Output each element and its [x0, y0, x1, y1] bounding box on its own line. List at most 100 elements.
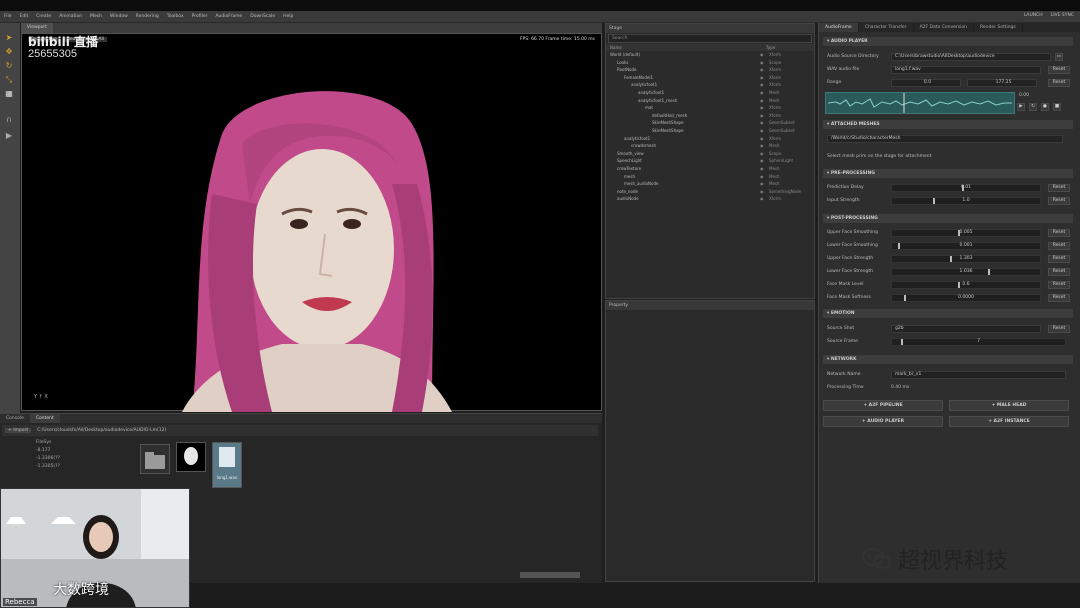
stage-tree-row[interactable]: analyticfoot1 ◉ Mesh	[606, 89, 814, 97]
stage-tree-row[interactable]: Looks ◉ Scope	[606, 59, 814, 67]
head-thumbnail[interactable]	[176, 442, 206, 472]
menu-item[interactable]: Profiler	[192, 14, 208, 19]
menu-item[interactable]: Help	[283, 14, 293, 19]
post-processing-section[interactable]: ▾ POST-PROCESSING	[823, 214, 1073, 223]
stage-tree-row[interactable]: analyticfoot1 ◉ Xform	[606, 81, 814, 89]
slider[interactable]: 0.005	[891, 229, 1041, 237]
play-tool-icon[interactable]: ▶	[4, 131, 14, 141]
visibility-eye-icon[interactable]: ◉	[760, 97, 764, 105]
tree-item[interactable]: -8.177	[36, 447, 60, 455]
visibility-eye-icon[interactable]: ◉	[760, 165, 764, 173]
stage-tree-row[interactable]: RootNode ◉ Xform	[606, 66, 814, 74]
slider-knob[interactable]	[897, 243, 900, 249]
rotate-tool-icon[interactable]: ↻	[4, 61, 14, 71]
reset-button[interactable]: Reset	[1048, 255, 1070, 263]
tree-item[interactable]: FileSys	[36, 439, 60, 447]
menu-item[interactable]: File	[4, 14, 12, 19]
reset-button[interactable]: Reset	[1048, 242, 1070, 250]
folder-icon[interactable]	[140, 444, 170, 474]
slider[interactable]: 1.0	[891, 197, 1041, 205]
tab-console[interactable]: Console	[0, 414, 30, 423]
attached-meshes-section[interactable]: ▾ ATTACHED MESHES	[823, 120, 1073, 129]
visibility-eye-icon[interactable]: ◉	[760, 81, 764, 89]
visibility-eye-icon[interactable]: ◉	[760, 150, 764, 158]
stage-tree-row[interactable]: note_node ◉ SomethingNode	[606, 188, 814, 196]
audio-waveform[interactable]	[825, 92, 1015, 114]
stage-tree-row[interactable]: mesh ◉ Mesh	[606, 173, 814, 181]
grid-tool-icon[interactable]: ▦	[4, 89, 14, 99]
add-pipeline-button[interactable]: + A2F PIPELINE	[823, 400, 943, 411]
visibility-eye-icon[interactable]: ◉	[760, 89, 764, 97]
tab-content[interactable]: Content	[29, 414, 60, 423]
slider[interactable]: 0.01	[891, 184, 1041, 192]
stage-tree-row[interactable]: crowTexture ◉ Mesh	[606, 165, 814, 173]
visibility-eye-icon[interactable]: ◉	[760, 127, 764, 135]
slider[interactable]: 0.0000	[891, 294, 1041, 302]
visibility-eye-icon[interactable]: ◉	[760, 59, 764, 67]
zoom-slider[interactable]	[520, 572, 580, 578]
reset-button[interactable]: Reset	[1048, 197, 1070, 205]
reset-button[interactable]: Reset	[1048, 229, 1070, 237]
stage-tree-row[interactable]: analyticfoot1_mesh ◉ Mesh	[606, 97, 814, 105]
attached-mesh-field[interactable]: /World/crStudio/characterMesh	[827, 135, 1063, 143]
stage-tree-row[interactable]: SpeechLight ◉ SphereLight	[606, 157, 814, 165]
wav-reset-button[interactable]: Reset	[1048, 66, 1070, 74]
folder-icon[interactable]: ▭	[1055, 53, 1063, 61]
reset-button[interactable]: Reset	[1048, 184, 1070, 192]
visibility-eye-icon[interactable]: ◉	[760, 112, 764, 120]
stage-tree-row[interactable]: mesh_audioNode ◉ Mesh	[606, 180, 814, 188]
tree-item[interactable]: -1.3306(??	[36, 455, 60, 463]
menu-item[interactable]: Edit	[20, 14, 29, 19]
stage-tree-row[interactable]: SkinMeshShape ◉ GeomSubset	[606, 119, 814, 127]
tab-data-conversion[interactable]: A2F Data Conversion	[914, 23, 974, 32]
stage-tree-row[interactable]: Smooth_view ◉ Scope	[606, 150, 814, 158]
viewport-tab[interactable]: Viewport	[21, 23, 53, 33]
visibility-eye-icon[interactable]: ◉	[760, 180, 764, 188]
tree-item[interactable]: -1.3305(??	[36, 463, 60, 471]
tab-audioframe[interactable]: AudioFrame	[819, 23, 859, 32]
visibility-eye-icon[interactable]: ◉	[760, 142, 764, 150]
visibility-eye-icon[interactable]: ◉	[760, 188, 764, 196]
wav-file-select[interactable]: long1.f.wav	[891, 66, 1041, 74]
stage-tree-row[interactable]: SkinMeshShape ◉ GeomSubset	[606, 127, 814, 135]
add-instance-button[interactable]: + A2F INSTANCE	[949, 416, 1069, 427]
visibility-eye-icon[interactable]: ◉	[760, 135, 764, 143]
wav-file-thumbnail[interactable]: long1.wav	[212, 442, 242, 488]
slider-knob[interactable]	[957, 230, 960, 236]
content-path[interactable]: C:/Users/cloudsfx/All/Desktop/audiodevic…	[37, 428, 166, 433]
visibility-eye-icon[interactable]: ◉	[760, 119, 764, 127]
reset-button[interactable]: Reset	[1048, 281, 1070, 289]
menu-right-item[interactable]: LIVE SYNC	[1051, 13, 1074, 18]
snap-tool-icon[interactable]: ∩	[4, 115, 14, 125]
visibility-eye-icon[interactable]: ◉	[760, 157, 764, 165]
slider-knob[interactable]	[957, 282, 960, 288]
stage-tree-row[interactable]: mat ◉ Xform	[606, 104, 814, 112]
visibility-eye-icon[interactable]: ◉	[760, 66, 764, 74]
source-frame-knob[interactable]	[901, 339, 903, 345]
property-tab[interactable]: Property	[606, 301, 814, 310]
stage-tree-row[interactable]: World (default) ◉ Xform	[606, 51, 814, 59]
slider[interactable]: 0.001	[891, 242, 1041, 250]
range-end-field[interactable]: 177.25	[967, 79, 1037, 87]
menu-item[interactable]: Toolbox	[167, 14, 184, 19]
menu-item[interactable]: DownScale	[250, 14, 275, 19]
slider[interactable]: 0.6	[891, 281, 1041, 289]
stage-tree-row[interactable]: crowdsmesh ◉ Mesh	[606, 142, 814, 150]
move-tool-icon[interactable]: ✥	[4, 47, 14, 57]
source-shot-reset-button[interactable]: Reset	[1048, 325, 1070, 333]
select-tool-icon[interactable]: ➤	[4, 33, 14, 43]
add-audio-player-button[interactable]: + AUDIO PLAYER	[823, 416, 943, 427]
stage-tree-row[interactable]: analyticfoot1 ◉ Xform	[606, 135, 814, 143]
menu-item[interactable]: Window	[110, 14, 128, 19]
slider-knob[interactable]	[932, 198, 935, 204]
stage-tree-row[interactable]: audioNode ◉ Xform	[606, 195, 814, 203]
stage-search-input[interactable]: Search	[608, 34, 812, 43]
source-shot-select[interactable]: g2b	[891, 325, 1041, 333]
menu-item[interactable]: Mesh	[90, 14, 102, 19]
reset-button[interactable]: Reset	[1048, 268, 1070, 276]
scale-tool-icon[interactable]: ⤡	[4, 75, 14, 85]
visibility-eye-icon[interactable]: ◉	[760, 173, 764, 181]
source-frame-slider[interactable]: 7	[891, 338, 1066, 346]
slider-knob[interactable]	[962, 185, 965, 191]
tab-character-transfer[interactable]: Character Transfer	[859, 23, 914, 32]
